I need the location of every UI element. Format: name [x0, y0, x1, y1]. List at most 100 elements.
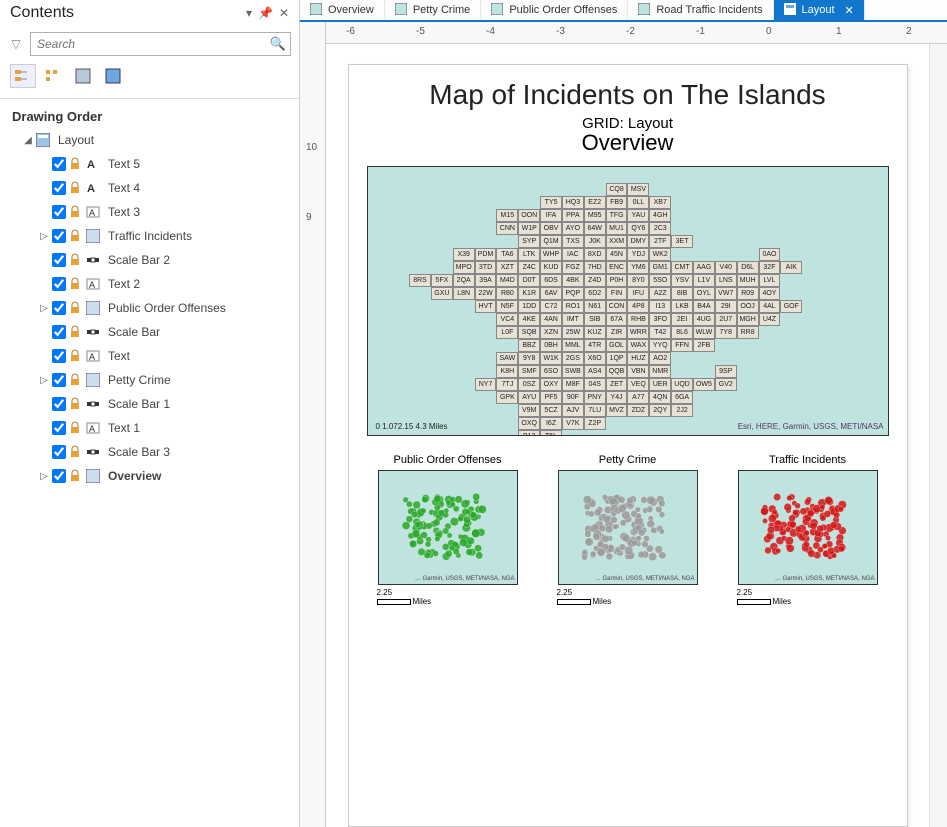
collapse-icon[interactable]: ◢: [22, 135, 34, 146]
lock-icon[interactable]: [68, 349, 84, 363]
grid-cell: 7TJ: [496, 378, 518, 391]
grid-cell: 25W: [562, 326, 584, 339]
visibility-checkbox[interactable]: [52, 421, 66, 435]
view-tab[interactable]: Road Traffic Incidents: [628, 0, 773, 20]
view-selection-button[interactable]: [70, 64, 96, 88]
toc-item-row[interactable]: Scale Bar 2: [4, 248, 295, 272]
view-drawing-order-button[interactable]: [10, 64, 36, 88]
grid-cell: [802, 196, 824, 209]
expand-icon[interactable]: ▷: [38, 303, 50, 314]
visibility-checkbox[interactable]: [52, 301, 66, 315]
lock-icon[interactable]: [68, 397, 84, 411]
grid-cell: SAW: [496, 352, 518, 365]
grid-cell: [649, 183, 671, 196]
view-tab[interactable]: Petty Crime: [385, 0, 481, 20]
panel-close-icon[interactable]: ✕: [279, 6, 289, 20]
small-map-frame[interactable]: Public Order Offenses … Garmin, USGS, ME…: [367, 454, 529, 606]
grid-cell: [431, 365, 453, 378]
toc-item-row[interactable]: Scale Bar: [4, 320, 295, 344]
visibility-checkbox[interactable]: [52, 349, 66, 363]
grid-cell: [715, 391, 737, 404]
lock-icon[interactable]: [68, 205, 84, 219]
filter-icon[interactable]: ▽: [8, 37, 24, 51]
visibility-checkbox[interactable]: [52, 253, 66, 267]
toc-item-row[interactable]: ▷ Traffic Incidents: [4, 224, 295, 248]
ruler-tick: -2: [626, 26, 635, 37]
overview-map-frame[interactable]: CQ8MSVTY5HQ3EZ2FB90LLXB7M15OONIFAPPAM95T…: [367, 166, 889, 436]
lock-icon[interactable]: [68, 301, 84, 315]
search-icon[interactable]: 🔍: [266, 36, 290, 52]
contents-title: Contents: [10, 4, 246, 22]
grid-cell: [409, 183, 431, 196]
visibility-checkbox[interactable]: [52, 445, 66, 459]
toc-item-row[interactable]: ▷ Public Order Offenses: [4, 296, 295, 320]
small-map[interactable]: … Garmin, USGS, METI/NASA, NGA: [738, 470, 878, 585]
lock-icon[interactable]: [68, 181, 84, 195]
view-tab[interactable]: Layout✕: [774, 0, 865, 20]
toc-item-row[interactable]: A Text 5: [4, 152, 295, 176]
expand-icon[interactable]: ▷: [38, 471, 50, 482]
toc-tree[interactable]: ◢ Layout A Text 5 A Text 4 A Text 3▷ Tra…: [0, 128, 299, 827]
visibility-checkbox[interactable]: [52, 229, 66, 243]
grid-cell: [409, 196, 431, 209]
grid-cell: [824, 248, 846, 261]
toc-item-row[interactable]: A Text 1: [4, 416, 295, 440]
grid-cell: [824, 326, 846, 339]
grid-cell: [737, 365, 759, 378]
small-map-frame[interactable]: Traffic Incidents … Garmin, USGS, METI/N…: [727, 454, 889, 606]
visibility-checkbox[interactable]: [52, 181, 66, 195]
lock-icon[interactable]: [68, 373, 84, 387]
lock-icon[interactable]: [68, 157, 84, 171]
lock-icon[interactable]: [68, 445, 84, 459]
toc-item-row[interactable]: A Text 3: [4, 200, 295, 224]
grid-cell: [409, 391, 431, 404]
lock-icon[interactable]: [68, 325, 84, 339]
grid-cell: [671, 248, 693, 261]
search-box[interactable]: 🔍: [30, 32, 291, 56]
grid-cell: [780, 222, 802, 235]
lock-icon[interactable]: [68, 277, 84, 291]
grid-cell: RHB: [627, 313, 649, 326]
view-tab[interactable]: Overview: [300, 0, 385, 20]
small-map-title: Petty Crime: [599, 454, 656, 466]
panel-pin-icon[interactable]: 📌: [258, 6, 273, 20]
grid-cell: 2C3: [649, 222, 671, 235]
visibility-checkbox[interactable]: [52, 397, 66, 411]
layout-canvas[interactable]: Map of Incidents on The Islands GRID: La…: [326, 44, 929, 827]
visibility-checkbox[interactable]: [52, 373, 66, 387]
lock-icon[interactable]: [68, 469, 84, 483]
view-list-by-source-button[interactable]: [40, 64, 66, 88]
toc-item-row[interactable]: A Text 2: [4, 272, 295, 296]
vertical-scrollbar[interactable]: [929, 44, 947, 827]
small-map-frame[interactable]: Petty Crime … Garmin, USGS, METI/NASA, N…: [547, 454, 709, 606]
expand-icon[interactable]: ▷: [38, 231, 50, 242]
visibility-checkbox[interactable]: [52, 205, 66, 219]
grid-cell: YYQ: [649, 339, 671, 352]
toc-item-row[interactable]: Scale Bar 1: [4, 392, 295, 416]
view-snapshot-button[interactable]: [100, 64, 126, 88]
tab-close-icon[interactable]: ✕: [845, 4, 854, 17]
lock-icon[interactable]: [68, 421, 84, 435]
small-map[interactable]: … Garmin, USGS, METI/NASA, NGA: [378, 470, 518, 585]
view-tab[interactable]: Public Order Offenses: [481, 0, 628, 20]
expand-icon[interactable]: ▷: [38, 375, 50, 386]
lock-icon[interactable]: [68, 229, 84, 243]
grid-cell: [671, 352, 693, 365]
search-input[interactable]: [31, 37, 266, 51]
toc-item-row[interactable]: A Text: [4, 344, 295, 368]
visibility-checkbox[interactable]: [52, 325, 66, 339]
toc-item-label: Scale Bar 2: [108, 253, 170, 267]
toc-root-row[interactable]: ◢ Layout: [4, 128, 295, 152]
toc-item-row[interactable]: Scale Bar 3: [4, 440, 295, 464]
toc-item-row[interactable]: A Text 4: [4, 176, 295, 200]
layout-page[interactable]: Map of Incidents on The Islands GRID: La…: [348, 64, 908, 827]
small-map[interactable]: … Garmin, USGS, METI/NASA, NGA: [558, 470, 698, 585]
grid-cell: [475, 196, 497, 209]
toc-item-row[interactable]: ▷ Petty Crime: [4, 368, 295, 392]
visibility-checkbox[interactable]: [52, 277, 66, 291]
lock-icon[interactable]: [68, 253, 84, 267]
toc-item-row[interactable]: ▷ Overview: [4, 464, 295, 488]
visibility-checkbox[interactable]: [52, 469, 66, 483]
panel-dropdown-icon[interactable]: ▾: [246, 6, 252, 20]
visibility-checkbox[interactable]: [52, 157, 66, 171]
